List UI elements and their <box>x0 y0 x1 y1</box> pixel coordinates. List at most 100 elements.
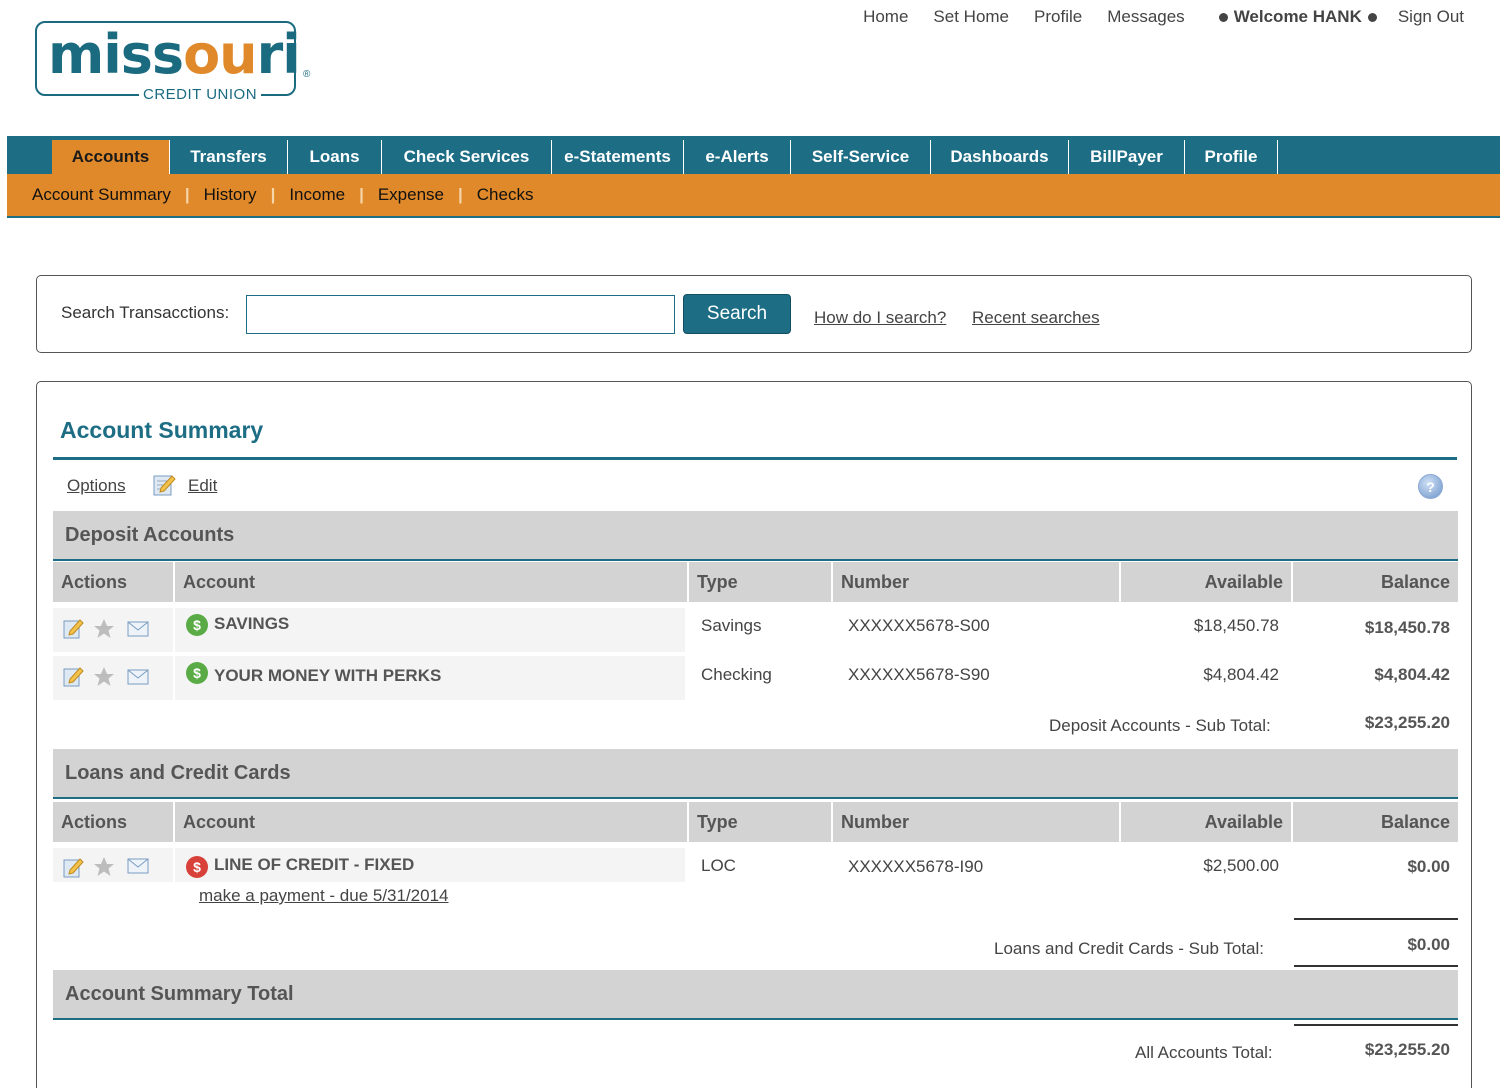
tab-billpayer[interactable]: BillPayer <box>1068 140 1184 174</box>
sign-out-link[interactable]: Sign Out <box>1398 7 1464 27</box>
account-available: $4,804.42 <box>1203 665 1279 684</box>
deposit-accounts-heading: Deposit Accounts <box>53 511 1458 561</box>
sub-nav: Account Summary | History | Income | Exp… <box>7 174 1500 218</box>
set-home-link[interactable]: Set Home <box>933 7 1009 27</box>
col-account: Account <box>175 562 687 602</box>
col-available: Available <box>1121 802 1291 842</box>
account-number: XXXXXX5678-S90 <box>848 665 990 684</box>
tab-e-alerts[interactable]: e-Alerts <box>683 140 790 174</box>
dollar-icon: $ <box>186 662 208 684</box>
account-summary-total-heading: Account Summary Total <box>53 970 1458 1020</box>
help-icon[interactable]: ? <box>1418 474 1443 499</box>
account-name[interactable]: LINE OF CREDIT - FIXED <box>214 855 414 875</box>
edit-icon[interactable] <box>62 857 84 879</box>
subnav-income[interactable]: Income <box>289 185 345 205</box>
tab-loans[interactable]: Loans <box>287 140 381 174</box>
account-summary-panel: Account Summary Options Edit ? Deposit A… <box>36 381 1472 1088</box>
subnav-checks[interactable]: Checks <box>477 185 534 205</box>
star-icon[interactable] <box>93 618 115 640</box>
missouri-credit-union-logo[interactable]: missouri CREDIT UNION ® <box>35 21 315 104</box>
tab-self-service[interactable]: Self-Service <box>790 140 930 174</box>
search-button[interactable]: Search <box>683 294 791 334</box>
subtotal-rule <box>1294 918 1458 920</box>
account-type: LOC <box>701 856 736 875</box>
how-do-i-search-link[interactable]: How do I search? <box>814 308 946 328</box>
all-accounts-total-value: $23,255.20 <box>1364 1040 1450 1059</box>
col-actions: Actions <box>53 802 173 842</box>
recent-searches-link[interactable]: Recent searches <box>972 308 1100 328</box>
edit-link[interactable]: Edit <box>188 476 217 496</box>
account-available: $18,450.78 <box>1193 616 1279 635</box>
options-link[interactable]: Options <box>67 476 126 496</box>
account-name[interactable]: YOUR MONEY WITH PERKS <box>214 666 441 686</box>
dollar-icon: $ <box>186 614 208 636</box>
col-account: Account <box>175 802 687 842</box>
account-type: Checking <box>701 665 772 684</box>
tab-accounts[interactable]: Accounts <box>52 140 169 174</box>
col-number: Number <box>833 562 1119 602</box>
col-balance: Balance <box>1293 562 1458 602</box>
search-label: Search Transacctions: <box>61 303 230 322</box>
account-number: XXXXXX5678-S00 <box>848 616 990 635</box>
subnav-separator: | <box>458 185 463 204</box>
subnav-separator: | <box>359 185 364 204</box>
dollar-icon: $ <box>186 856 208 878</box>
total-rule <box>1294 1024 1458 1026</box>
edit-icon[interactable] <box>152 473 176 497</box>
tab-e-statements[interactable]: e-Statements <box>551 140 683 174</box>
col-number: Number <box>833 802 1119 842</box>
title-divider <box>53 457 1457 460</box>
email-icon[interactable] <box>127 855 149 877</box>
deposit-column-headers: Actions Account Type Number Available Ba… <box>53 562 1458 602</box>
nav-divider <box>1277 140 1278 174</box>
page-title: Account Summary <box>60 417 264 443</box>
deposit-subtotal-label: Deposit Accounts - Sub Total: <box>1049 716 1271 735</box>
bullet-icon <box>1218 12 1228 22</box>
search-panel: Search Transacctions: Search How do I se… <box>36 275 1472 353</box>
profile-link[interactable]: Profile <box>1034 7 1082 27</box>
loans-subtotal-value: $0.00 <box>1407 935 1450 954</box>
tab-profile[interactable]: Profile <box>1184 140 1277 174</box>
make-payment-link[interactable]: make a payment - due 5/31/2014 <box>199 886 449 906</box>
account-type: Savings <box>701 616 762 635</box>
account-balance: $0.00 <box>1407 857 1450 876</box>
loans-heading: Loans and Credit Cards <box>53 749 1458 799</box>
search-input[interactable] <box>246 295 675 334</box>
all-accounts-total-label: All Accounts Total: <box>1135 1043 1273 1062</box>
tab-dashboards[interactable]: Dashboards <box>930 140 1068 174</box>
email-icon[interactable] <box>127 618 149 640</box>
col-balance: Balance <box>1293 802 1458 842</box>
registered-mark: ® <box>303 69 311 80</box>
messages-link[interactable]: Messages <box>1107 7 1184 27</box>
edit-icon[interactable] <box>62 666 84 688</box>
subnav-separator: | <box>270 185 276 204</box>
email-icon[interactable] <box>127 666 149 688</box>
logo-subtitle: CREDIT UNION <box>139 86 262 104</box>
main-nav: Accounts Transfers Loans Check Services … <box>7 136 1500 174</box>
loans-column-headers: Actions Account Type Number Available Ba… <box>53 802 1458 842</box>
col-type: Type <box>689 802 831 842</box>
subnav-expense[interactable]: Expense <box>378 185 444 205</box>
account-name[interactable]: SAVINGS <box>214 614 289 634</box>
col-actions: Actions <box>53 562 173 602</box>
table-row[interactable]: $ SAVINGS Savings XXXXXX5678-S00 $18,450… <box>53 608 1458 652</box>
tab-transfers[interactable]: Transfers <box>169 140 287 174</box>
table-row[interactable]: $ YOUR MONEY WITH PERKS Checking XXXXXX5… <box>53 656 1458 700</box>
tab-check-services[interactable]: Check Services <box>381 140 551 174</box>
star-icon[interactable] <box>93 666 115 688</box>
star-icon[interactable] <box>93 856 115 878</box>
account-available: $2,500.00 <box>1203 856 1279 875</box>
account-number: XXXXXX5678-I90 <box>848 857 984 876</box>
logo-wordmark: missouri <box>48 23 301 86</box>
account-balance: $18,450.78 <box>1364 618 1450 637</box>
col-type: Type <box>689 562 831 602</box>
subnav-history[interactable]: History <box>204 185 257 205</box>
subnav-account-summary[interactable]: Account Summary <box>32 185 171 205</box>
account-balance: $4,804.42 <box>1374 665 1450 684</box>
welcome-text: Welcome HANK <box>1233 7 1362 26</box>
bullet-icon <box>1367 12 1377 22</box>
deposit-subtotal-value: $23,255.20 <box>1364 713 1450 732</box>
subnav-separator: | <box>184 185 190 204</box>
edit-icon[interactable] <box>62 618 84 640</box>
home-link[interactable]: Home <box>863 7 908 27</box>
